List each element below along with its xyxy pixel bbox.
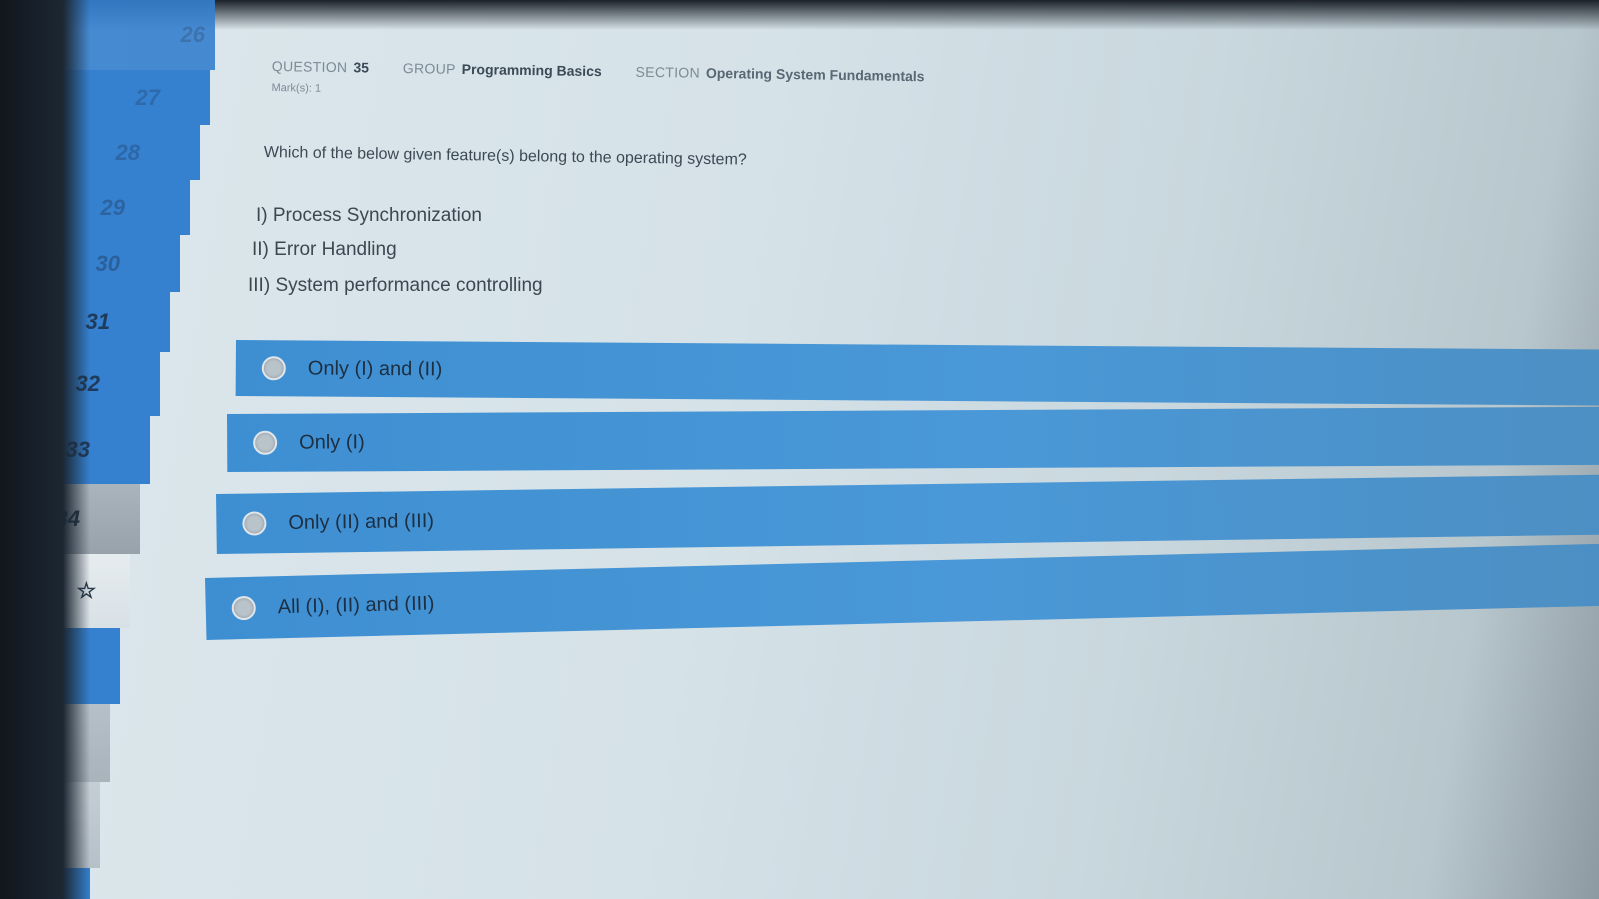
radio-button[interactable] — [231, 595, 257, 621]
group-value: Programming Basics — [461, 60, 602, 80]
screen-edge-shadow — [0, 0, 90, 899]
nav-item-label: 26 — [180, 22, 205, 47]
group-label: GROUP — [402, 60, 456, 77]
option-label: Only (I) — [299, 430, 365, 454]
radio-button[interactable] — [242, 511, 267, 536]
exam-screen: 26 27 28 29 30 31 32 33 34 35 ☆ ☝ 36 37 … — [0, 0, 1599, 899]
radio-button[interactable] — [261, 356, 286, 381]
option-2[interactable]: Only (I) — [227, 406, 1599, 472]
question-number: 35 — [353, 59, 370, 76]
question-label: QUESTION — [271, 58, 348, 76]
question-number-info: QUESTION 35 — [272, 58, 369, 76]
nav-item-label: 27 — [135, 84, 160, 110]
group-info: GROUP Programming Basics — [403, 60, 602, 79]
top-bezel-shadow — [0, 0, 1599, 30]
nav-item-label: 31 — [85, 309, 110, 334]
question-header: QUESTION 35 GROUP Programming Basics SECTI… — [271, 58, 1171, 108]
option-label: Only (I) and (II) — [307, 357, 443, 380]
question-text: Which of the below given feature(s) belo… — [263, 144, 747, 169]
option-1[interactable]: Only (I) and (II) — [235, 340, 1599, 406]
statement-2: II) Error Handling — [252, 239, 397, 260]
option-4[interactable]: All (I), (II) and (III) — [205, 543, 1599, 640]
nav-item-label: 30 — [95, 250, 120, 276]
section-value: Operating System Fundamentals — [705, 64, 925, 85]
radio-button[interactable] — [253, 430, 278, 455]
section-label: SECTION — [635, 63, 701, 81]
option-label: Only (II) and (III) — [288, 509, 435, 534]
nav-item-label: 29 — [100, 194, 125, 220]
statement-3: III) System performance controlling — [248, 275, 543, 296]
option-3[interactable]: Only (II) and (III) — [216, 474, 1599, 554]
marks-label: Mark(s): 1 — [271, 81, 322, 95]
statement-1: I) Process Synchronization — [256, 205, 482, 226]
option-label: All (I), (II) and (III) — [277, 591, 435, 618]
section-info: SECTION Operating System Fundamentals — [636, 64, 925, 85]
nav-item-label: 28 — [115, 139, 140, 165]
